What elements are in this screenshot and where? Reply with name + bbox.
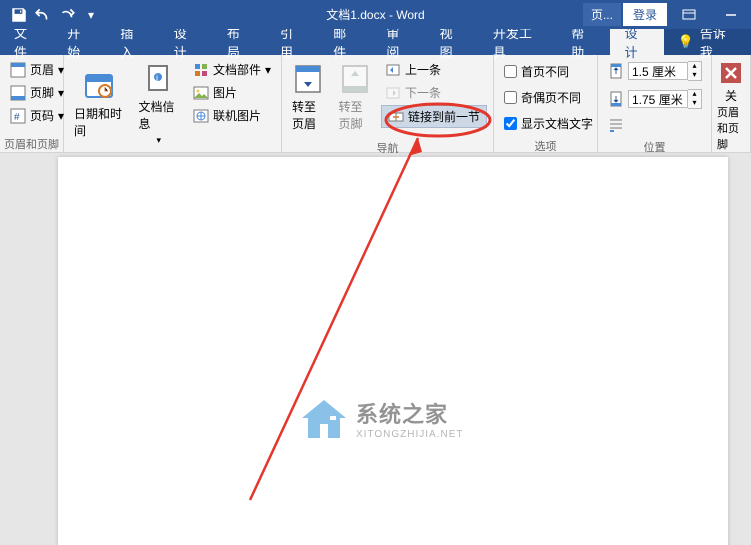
tab-mailings[interactable]: 邮件 <box>319 29 372 55</box>
online-picture-button[interactable]: 联机图片 <box>189 105 275 126</box>
goto-header-button[interactable]: 转至页眉 <box>288 59 328 136</box>
tab-file[interactable]: 文件 <box>0 29 53 55</box>
footer-button[interactable]: 页脚▾ <box>6 82 68 103</box>
next-section-button: 下一条 <box>381 82 487 103</box>
header-from-top-field[interactable]: ▴▾ <box>604 59 706 83</box>
save-icon[interactable] <box>10 6 28 24</box>
svg-text:i: i <box>156 73 158 83</box>
first-page-different-checkbox[interactable]: 首页不同 <box>500 61 597 82</box>
page-number-button[interactable]: # 页码▾ <box>6 105 68 126</box>
tab-insert[interactable]: 插入 <box>106 29 159 55</box>
tab-view[interactable]: 视图 <box>426 29 479 55</box>
show-document-text-checkbox[interactable]: 显示文档文字 <box>500 113 597 134</box>
spin-down-icon[interactable]: ▾ <box>688 71 701 80</box>
group-label-hf: 页眉和页脚 <box>0 136 63 152</box>
tab-hf-design[interactable]: 设计 <box>610 29 663 55</box>
chevron-down-icon: ▾ <box>265 63 271 77</box>
insert-alignment-tab-button[interactable] <box>604 115 706 135</box>
date-time-button[interactable]: 日期和时间 <box>70 59 129 150</box>
header-button[interactable]: 页眉▾ <box>6 59 68 80</box>
undo-icon[interactable] <box>34 6 52 24</box>
odd-even-different-checkbox[interactable]: 奇偶页不同 <box>500 87 597 108</box>
tab-developer[interactable]: 开发工具 <box>479 29 557 55</box>
close-label-top: 关 <box>725 87 737 104</box>
tab-references[interactable]: 引用 <box>266 29 319 55</box>
footer-from-bottom-field[interactable]: ▴▾ <box>604 87 706 111</box>
group-label-options: 选项 <box>494 138 597 154</box>
footer-bottom-input[interactable] <box>628 90 688 108</box>
ribbon-display-options-icon[interactable] <box>669 0 709 29</box>
page[interactable] <box>58 157 728 545</box>
previous-section-button[interactable]: 上一条 <box>381 59 487 80</box>
chevron-down-icon: ▾ <box>156 135 161 146</box>
svg-text:#: # <box>14 112 20 123</box>
account-menu[interactable]: 页... <box>583 3 621 26</box>
tell-me-search[interactable]: 💡 告诉我 <box>664 29 751 55</box>
header-top-input[interactable] <box>628 62 688 80</box>
redo-icon[interactable] <box>58 6 76 24</box>
watermark-subtitle: XITONGZHIJIA.NET <box>356 429 464 440</box>
watermark: 系统之家 XITONGZHIJIA.NET <box>300 397 464 440</box>
goto-footer-button: 转至页脚 <box>334 59 374 136</box>
tab-home[interactable]: 开始 <box>53 29 106 55</box>
tab-help[interactable]: 帮助 <box>557 29 610 55</box>
picture-button[interactable]: 图片 <box>189 82 275 103</box>
lightbulb-icon: 💡 <box>678 34 694 50</box>
qat-dropdown-icon[interactable]: ▾ <box>82 6 100 24</box>
document-workspace[interactable]: 系统之家 XITONGZHIJIA.NET 页脚 - 第 2 节 - 与上一节相… <box>0 153 751 545</box>
close-label-bottom: 页眉和页脚 <box>717 104 745 152</box>
tab-review[interactable]: 审阅 <box>372 29 425 55</box>
link-to-previous-button[interactable]: 链接到前一节 <box>381 105 487 128</box>
spin-down-icon[interactable]: ▾ <box>688 99 701 108</box>
doc-info-button[interactable]: i 文档信息▾ <box>135 59 183 150</box>
doc-parts-button[interactable]: 文档部件▾ <box>189 59 275 80</box>
close-header-footer-button[interactable]: 关 页眉和页脚 <box>717 59 745 152</box>
watermark-title: 系统之家 <box>356 397 464 429</box>
tab-layout[interactable]: 布局 <box>213 29 266 55</box>
minimize-button[interactable] <box>711 0 751 29</box>
tab-design[interactable]: 设计 <box>160 29 213 55</box>
login-button[interactable]: 登录 <box>623 3 667 26</box>
